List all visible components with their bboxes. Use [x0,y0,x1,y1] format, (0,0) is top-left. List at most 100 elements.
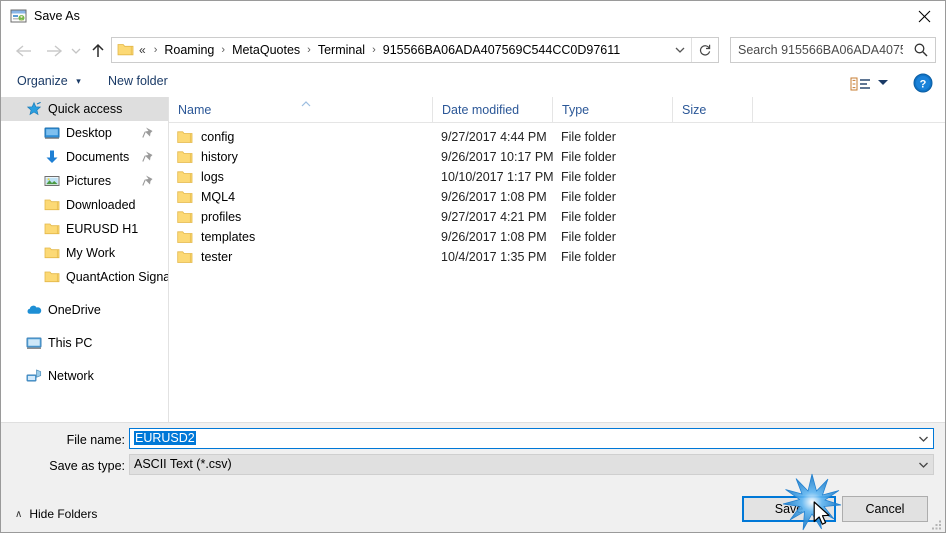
folder-icon [177,170,193,184]
sidebar-item-eurusd-h1[interactable]: EURUSD H1 [1,217,168,241]
sidebar-item-documents[interactable]: Documents [1,145,168,169]
column-header-name[interactable]: Name [169,97,433,122]
breadcrumb-item-terminal[interactable]: Terminal [317,43,366,57]
sidebar-item-label: Downloaded [66,198,136,212]
onedrive-cloud-icon [26,302,42,318]
toolbar: Organize ▾ New folder ? [1,70,945,98]
sidebar-item-this-pc[interactable]: This PC [1,331,168,355]
sidebar-item-network[interactable]: Network [1,364,168,388]
column-header-type[interactable]: Type [553,97,673,122]
refresh-icon [699,44,711,56]
hide-folders-label: Hide Folders [29,507,98,521]
table-row[interactable]: templates 9/26/2017 1:08 PM File folder [169,227,945,247]
navigation-pane: Quick access Desktop Documents Pictures … [1,97,169,422]
file-name-input[interactable]: EURUSD2 [129,428,934,449]
pin-icon[interactable] [142,150,155,163]
file-name-label: tester [201,250,233,264]
file-size-cell [681,207,761,227]
organize-label: Organize [17,74,68,88]
sidebar-item-pictures[interactable]: Pictures [1,169,168,193]
file-size-cell [681,167,761,187]
help-button[interactable]: ? [913,73,933,93]
desktop-icon [44,125,60,141]
save-as-dialog: Save As « › Roaming › MetaQuotes › Termi… [0,0,946,533]
file-name-label: logs [201,170,224,184]
network-icon [26,368,42,384]
file-name-cell: history [177,147,437,167]
view-layout-icon [850,77,870,91]
save-as-type-select[interactable]: ASCII Text (*.csv) [129,454,934,475]
sidebar-item-label: This PC [48,336,93,350]
hide-folders-button[interactable]: ∧ Hide Folders [15,507,97,521]
breadcrumb-item-roaming[interactable]: Roaming [163,43,215,57]
folder-icon [44,269,60,285]
breadcrumb-item-guid[interactable]: 915566BA06ADA407569C544CC0D97611 [382,43,621,57]
new-folder-button[interactable]: New folder [108,74,168,88]
pin-icon[interactable] [142,174,155,187]
forward-arrow-icon [47,45,63,57]
file-type-cell: File folder [561,170,616,184]
breadcrumb-separator: › [153,44,158,56]
file-type-cell: File folder [561,230,616,244]
file-type-cell: File folder [561,250,616,264]
resize-grip-icon[interactable] [931,519,943,531]
sidebar-item-label: Network [48,369,94,383]
refresh-button[interactable] [691,38,718,62]
sidebar-item-onedrive[interactable]: OneDrive [1,298,168,322]
file-name-label: File name: [66,433,125,447]
chevron-down-icon [919,462,928,468]
recent-locations-button[interactable] [67,38,85,64]
save-button[interactable]: Save [742,496,836,522]
file-type-cell: File folder [561,130,616,144]
back-button[interactable] [11,38,37,64]
file-name-label: MQL4 [201,190,236,204]
file-name-dropdown-button[interactable] [914,429,933,448]
breadcrumb: « › Roaming › MetaQuotes › Terminal › 91… [139,38,668,62]
cancel-button[interactable]: Cancel [842,496,928,522]
forward-button[interactable] [41,38,67,64]
sidebar-item-my-work[interactable]: My Work [1,241,168,265]
breadcrumb-overflow[interactable]: « [139,43,148,57]
save-as-type-dropdown-button[interactable] [914,455,933,474]
up-button[interactable] [85,38,111,64]
table-row[interactable]: history 9/26/2017 10:17 PM File folder [169,147,945,167]
breadcrumb-separator: › [372,44,376,56]
folder-icon [44,221,60,237]
save-as-app-icon [10,8,27,25]
address-dropdown-button[interactable] [669,38,691,62]
title-bar: Save As [1,1,945,32]
file-name-cell: logs [177,167,437,187]
help-question-icon: ? [913,73,933,93]
view-mode-dropdown-icon[interactable] [878,80,888,85]
table-row[interactable]: MQL4 9/26/2017 1:08 PM File folder [169,187,945,207]
address-bar[interactable]: « › Roaming › MetaQuotes › Terminal › 91… [111,37,719,63]
file-name-value: EURUSD2 [134,431,196,445]
file-type-cell: File folder [561,210,616,224]
table-row[interactable]: config 9/27/2017 4:44 PM File folder [169,127,945,147]
view-mode-button[interactable] [849,75,875,93]
close-button[interactable] [901,1,945,31]
table-row[interactable]: tester 10/4/2017 1:35 PM File folder [169,247,945,267]
file-size-cell [681,127,761,147]
organize-button[interactable]: Organize ▾ [17,74,81,88]
breadcrumb-item-metaquotes[interactable]: MetaQuotes [231,43,301,57]
sidebar-item-desktop[interactable]: Desktop [1,121,168,145]
file-name-label: config [201,130,235,144]
sidebar-item-label: Documents [66,150,130,164]
navigation-bar: « › Roaming › MetaQuotes › Terminal › 91… [1,32,945,70]
search-box[interactable]: Search 915566BA06ADA40756... [730,37,936,63]
sidebar-item-quick-access[interactable]: Quick access [1,97,168,121]
column-header-date-modified[interactable]: Date modified [433,97,553,122]
file-name-label: history [201,150,238,164]
table-row[interactable]: profiles 9/27/2017 4:21 PM File folder [169,207,945,227]
close-icon [918,10,930,22]
sidebar-item-quantaction-signal[interactable]: QuantAction Signal [1,265,168,289]
chevron-down-icon [675,47,685,53]
search-input[interactable]: Search 915566BA06ADA40756... [738,43,903,57]
pin-icon[interactable] [142,126,155,139]
sidebar-item-downloaded[interactable]: Downloaded [1,193,168,217]
table-row[interactable]: logs 10/10/2017 1:17 PM File folder [169,167,945,187]
column-header-size[interactable]: Size [673,97,753,122]
folder-icon [177,190,193,204]
